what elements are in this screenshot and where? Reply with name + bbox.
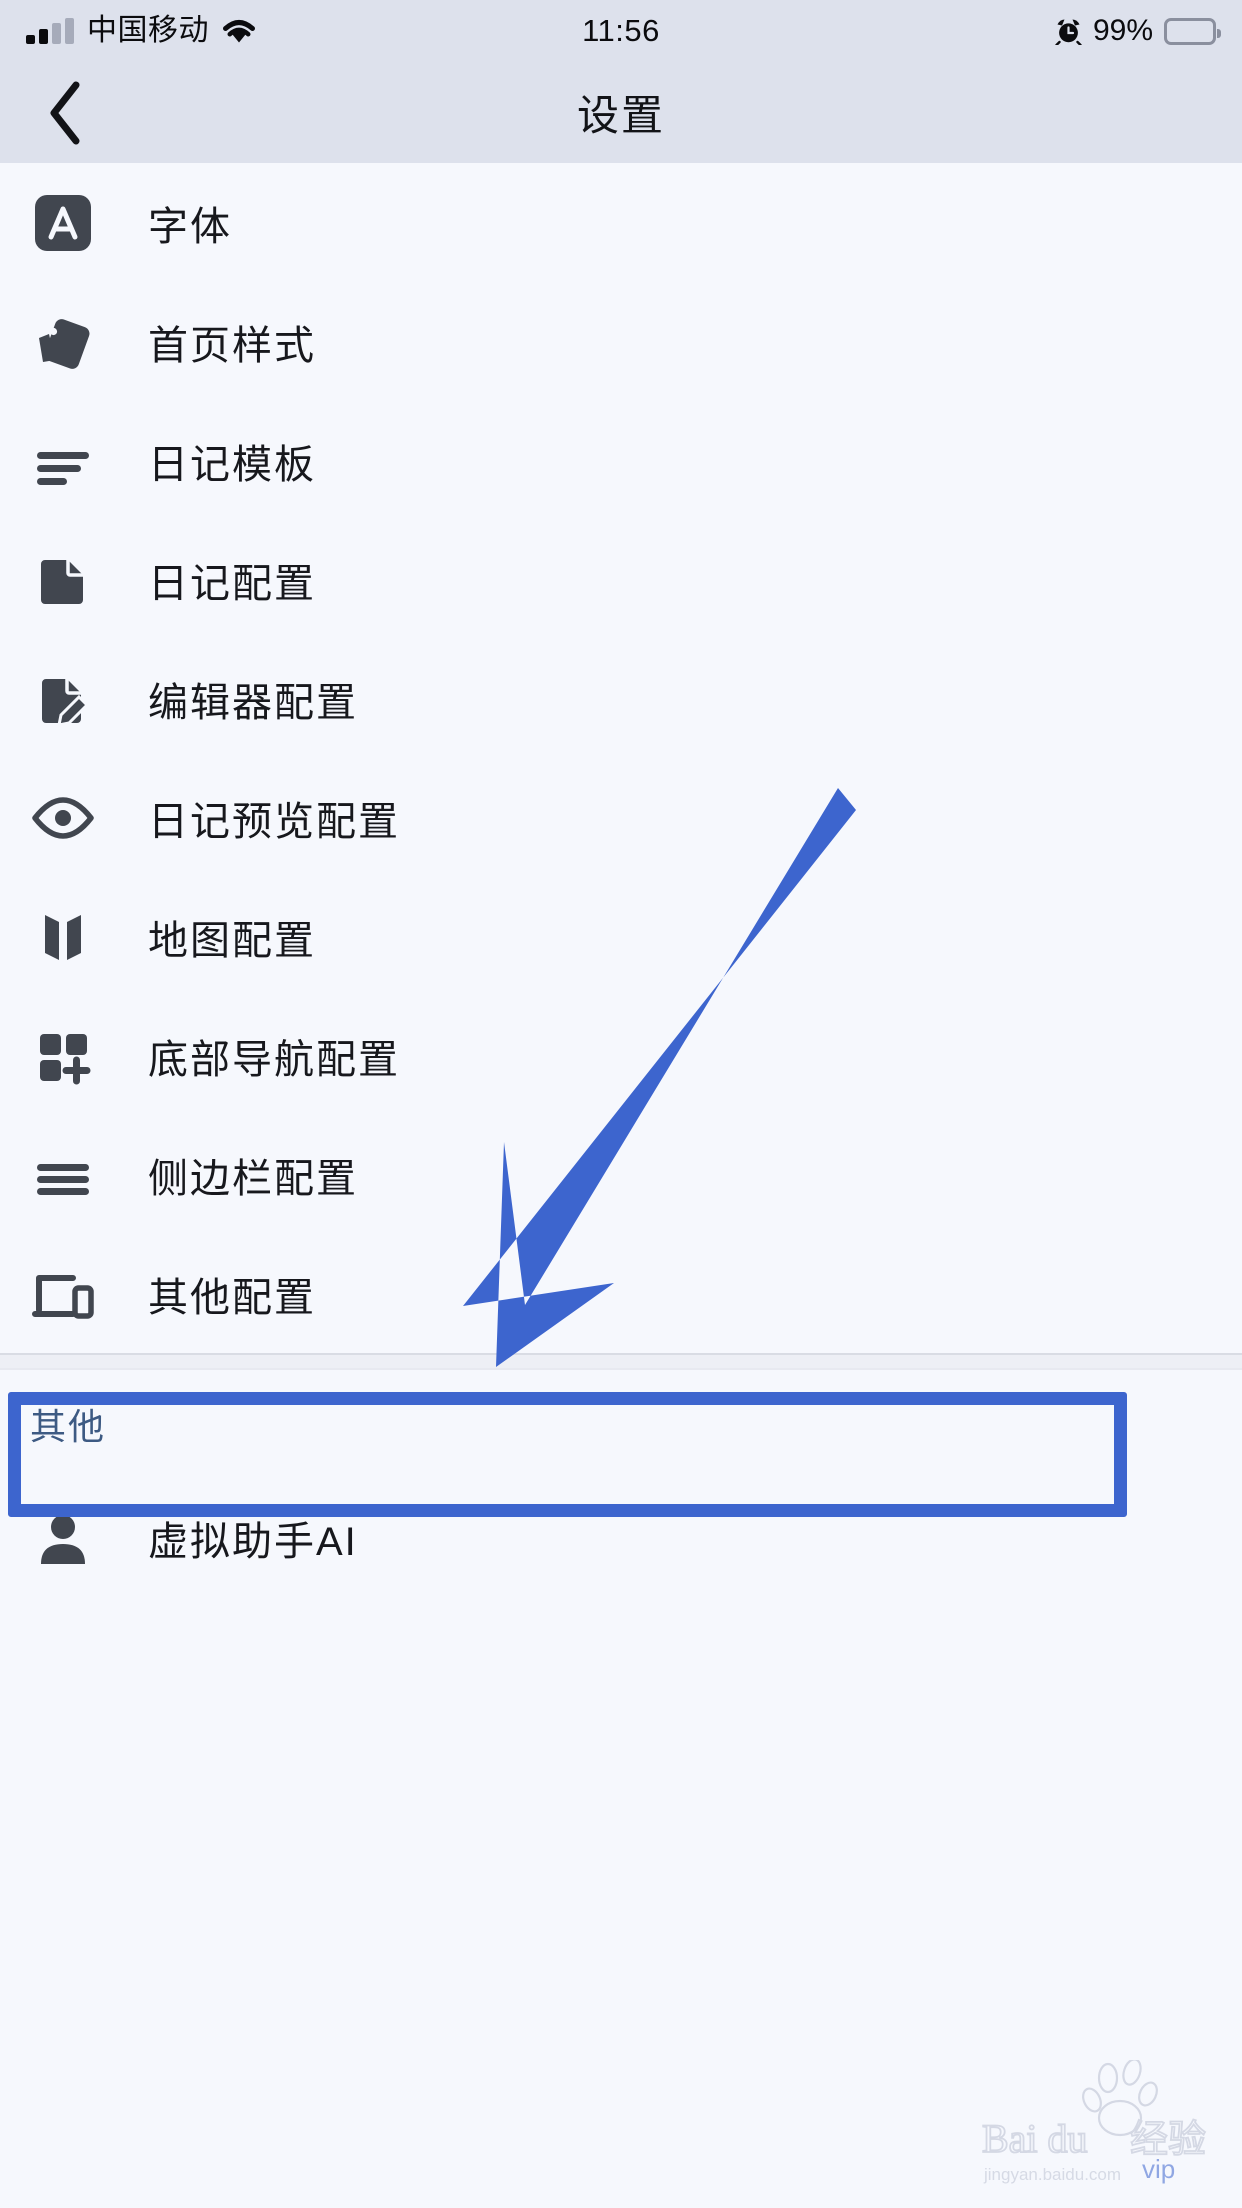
settings-row-label: 日记模板 — [148, 442, 316, 487]
settings-row-label: 首页样式 — [148, 323, 316, 368]
section-divider — [0, 1353, 1242, 1370]
status-bar: 中国移动 11:56 99% — [0, 0, 1242, 62]
section-header-other: 其他 — [30, 1406, 107, 1447]
wifi-icon — [222, 18, 256, 44]
settings-row-bottom-nav-config[interactable]: 底部导航配置 — [0, 996, 1242, 1115]
settings-row-label: 底部导航配置 — [148, 1037, 400, 1082]
carrier-label: 中国移动 — [87, 14, 209, 47]
eye-icon — [28, 783, 98, 853]
settings-row-label: 其他配置 — [148, 1275, 316, 1320]
signal-bars-icon — [26, 18, 74, 44]
status-bar-right: 99% — [1055, 14, 1221, 48]
alarm-clock-icon — [1055, 18, 1082, 46]
settings-row-label: 字体 — [148, 204, 232, 249]
settings-row-diary-config[interactable]: 日记配置 — [0, 520, 1242, 639]
watermark-product: 经验 — [1130, 2119, 1206, 2161]
laptop-phone-icon — [28, 1259, 98, 1329]
settings-row-home-style[interactable]: 首页样式 — [0, 282, 1242, 401]
font-a-icon — [28, 188, 98, 258]
document-pencil-icon — [28, 664, 98, 734]
hamburger-icon — [28, 1140, 98, 1210]
settings-row-label: 地图配置 — [148, 918, 316, 963]
card-stack-icon — [28, 307, 98, 377]
other-list: 虚拟助手AI — [0, 1478, 1242, 1597]
settings-row-label: 日记配置 — [148, 561, 316, 606]
document-icon — [28, 545, 98, 615]
other-row-label: 虚拟助手AI — [148, 1519, 358, 1564]
settings-row-label: 日记预览配置 — [148, 799, 400, 844]
battery-percent-label: 99% — [1092, 14, 1153, 47]
settings-row-diary-template[interactable]: 日记模板 — [0, 401, 1242, 520]
page-title: 设置 — [576, 92, 665, 139]
baidu-jingyan-watermark: Bai du 经验 jingyan.baidu.com vip — [981, 2060, 1207, 2184]
navigation-bar: 设置 — [0, 62, 1242, 163]
settings-row-other-config[interactable]: 其他配置 — [0, 1234, 1242, 1353]
watermark-brand: Bai du — [982, 2116, 1088, 2161]
map-icon — [28, 902, 98, 972]
settings-list: 字体 首页样式 日记模板 日记配置 编辑器配置 日记预览配置 地图配置 底部导航… — [0, 163, 1242, 1353]
other-row-virtual-assistant-ai[interactable]: 虚拟助手AI — [0, 1478, 1242, 1597]
battery-icon — [1164, 17, 1221, 45]
settings-row-diary-preview-config[interactable]: 日记预览配置 — [0, 758, 1242, 877]
list-lines-icon — [28, 426, 98, 496]
settings-row-map-config[interactable]: 地图配置 — [0, 877, 1242, 996]
watermark-badge: vip — [1142, 2154, 1175, 2184]
settings-row-sidebar-config[interactable]: 侧边栏配置 — [0, 1115, 1242, 1234]
grid-plus-icon — [28, 1021, 98, 1091]
settings-row-editor-config[interactable]: 编辑器配置 — [0, 639, 1242, 758]
status-bar-left: 中国移动 — [26, 16, 256, 46]
person-icon — [28, 1503, 98, 1573]
watermark-url: jingyan.baidu.com — [983, 2165, 1121, 2184]
settings-row-label: 编辑器配置 — [148, 680, 358, 725]
settings-row-font[interactable]: 字体 — [0, 163, 1242, 282]
settings-row-label: 侧边栏配置 — [148, 1156, 358, 1201]
